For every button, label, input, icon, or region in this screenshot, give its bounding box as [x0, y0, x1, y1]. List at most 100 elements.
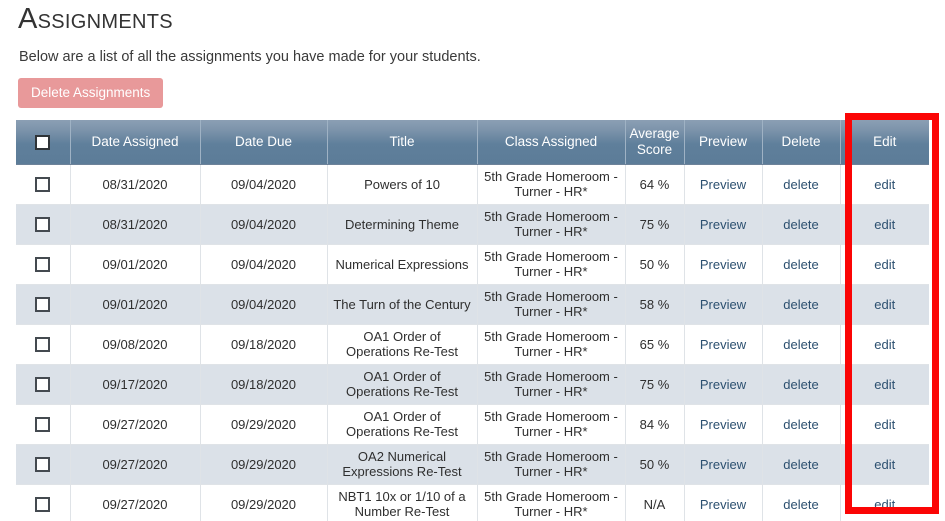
cell-title: OA2 Numerical Expressions Re-Test	[327, 444, 478, 485]
edit-link[interactable]: edit	[874, 417, 895, 432]
cell-preview: Preview	[684, 324, 763, 365]
edit-link[interactable]: edit	[874, 337, 895, 352]
cell-title: The Turn of the Century	[327, 284, 478, 325]
row-select-checkbox[interactable]	[35, 177, 51, 193]
delete-link[interactable]: delete	[783, 177, 818, 192]
cell-date-due: 09/04/2020	[200, 244, 328, 285]
cell-delete: delete	[762, 204, 841, 245]
cell-date-due: 09/04/2020	[200, 204, 328, 245]
assignments-page: Assignments Below are a list of all the …	[0, 0, 945, 521]
cell-preview: Preview	[684, 284, 763, 325]
cell-title: NBT1 10x or 1/10 of a Number Re-Test	[327, 484, 478, 521]
table-row: 08/31/2020 09/04/2020 Powers of 10 5th Grad…	[16, 164, 929, 205]
table-row: 08/31/2020 09/04/2020 Determining Theme 5th…	[16, 204, 929, 245]
edit-link[interactable]: edit	[874, 217, 895, 232]
cell-date-due: 09/18/2020	[200, 364, 328, 405]
cell-date-assigned: 09/08/2020	[70, 324, 201, 365]
cell-title: Determining Theme	[327, 204, 478, 245]
cell-average-score: 84 %	[625, 404, 685, 445]
cell-date-assigned: 09/27/2020	[70, 444, 201, 485]
cell-date-due: 09/04/2020	[200, 164, 328, 205]
preview-link[interactable]: Preview	[700, 497, 746, 512]
row-select-checkbox[interactable]	[35, 457, 51, 473]
cell-preview: Preview	[684, 484, 763, 521]
cell-preview: Preview	[684, 444, 763, 485]
cell-date-due: 09/29/2020	[200, 444, 328, 485]
row-select-cell	[16, 404, 71, 445]
row-select-checkbox[interactable]	[35, 217, 51, 233]
cell-date-assigned: 09/17/2020	[70, 364, 201, 405]
delete-link[interactable]: delete	[783, 417, 818, 432]
cell-edit: edit	[840, 284, 929, 325]
cell-class-assigned: 5th Grade Homeroom - Turner - HR*	[477, 484, 626, 521]
delete-link[interactable]: delete	[783, 297, 818, 312]
preview-link[interactable]: Preview	[700, 257, 746, 272]
cell-class-assigned: 5th Grade Homeroom - Turner - HR*	[477, 244, 626, 285]
row-select-checkbox[interactable]	[35, 257, 51, 273]
cell-title: OA1 Order of Operations Re-Test	[327, 324, 478, 365]
row-select-checkbox[interactable]	[35, 297, 51, 313]
column-header-preview[interactable]: Preview	[684, 120, 763, 165]
row-select-cell	[16, 284, 71, 325]
cell-average-score: 75 %	[625, 364, 685, 405]
select-all-checkbox[interactable]	[35, 134, 51, 150]
delete-link[interactable]: delete	[783, 217, 818, 232]
delete-link[interactable]: delete	[783, 457, 818, 472]
row-select-checkbox[interactable]	[35, 497, 51, 513]
table-body: 08/31/2020 09/04/2020 Powers of 10 5th Grad…	[16, 164, 929, 521]
delete-link[interactable]: delete	[783, 497, 818, 512]
edit-link[interactable]: edit	[874, 497, 895, 512]
edit-link[interactable]: edit	[874, 257, 895, 272]
preview-link[interactable]: Preview	[700, 297, 746, 312]
table-row: 09/01/2020 09/04/2020 The Turn of the Cent…	[16, 284, 929, 325]
assignments-table-container: Date Assigned Date Due Title Class Assig…	[16, 120, 929, 521]
row-select-checkbox[interactable]	[35, 417, 51, 433]
cell-average-score: 58 %	[625, 284, 685, 325]
column-header-title[interactable]: Title	[327, 120, 478, 165]
cell-delete: delete	[762, 284, 841, 325]
row-select-checkbox[interactable]	[35, 337, 51, 353]
cell-average-score: 50 %	[625, 444, 685, 485]
column-header-date-assigned[interactable]: Date Assigned	[70, 120, 201, 165]
edit-link[interactable]: edit	[874, 297, 895, 312]
preview-link[interactable]: Preview	[700, 377, 746, 392]
row-select-checkbox[interactable]	[35, 377, 51, 393]
cell-class-assigned: 5th Grade Homeroom - Turner - HR*	[477, 324, 626, 365]
column-header-class-assigned[interactable]: Class Assigned	[477, 120, 626, 165]
cell-delete: delete	[762, 364, 841, 405]
cell-edit: edit	[840, 164, 929, 205]
table-header: Date Assigned Date Due Title Class Assig…	[16, 120, 929, 165]
column-header-delete[interactable]: Delete	[762, 120, 841, 165]
cell-class-assigned: 5th Grade Homeroom - Turner - HR*	[477, 164, 626, 205]
cell-preview: Preview	[684, 404, 763, 445]
cell-preview: Preview	[684, 164, 763, 205]
preview-link[interactable]: Preview	[700, 417, 746, 432]
page-subtitle: Below are a list of all the assignments …	[19, 49, 481, 65]
cell-edit: edit	[840, 444, 929, 485]
cell-edit: edit	[840, 364, 929, 405]
preview-link[interactable]: Preview	[700, 177, 746, 192]
preview-link[interactable]: Preview	[700, 457, 746, 472]
delete-assignments-button[interactable]: Delete Assignments	[18, 78, 164, 108]
cell-class-assigned: 5th Grade Homeroom - Turner - HR*	[477, 204, 626, 245]
cell-date-assigned: 09/01/2020	[70, 284, 201, 325]
preview-link[interactable]: Preview	[700, 337, 746, 352]
column-header-date-due[interactable]: Date Due	[200, 120, 328, 165]
cell-date-assigned: 09/27/2020	[70, 484, 201, 521]
column-header-average-score[interactable]: Average Score	[625, 120, 685, 165]
edit-link[interactable]: edit	[874, 457, 895, 472]
cell-preview: Preview	[684, 244, 763, 285]
row-select-cell	[16, 324, 71, 365]
delete-link[interactable]: delete	[783, 377, 818, 392]
cell-average-score: 65 %	[625, 324, 685, 365]
edit-link[interactable]: edit	[874, 177, 895, 192]
delete-link[interactable]: delete	[783, 337, 818, 352]
cell-date-due: 09/04/2020	[200, 284, 328, 325]
column-header-edit[interactable]: Edit	[840, 120, 929, 165]
cell-delete: delete	[762, 244, 841, 285]
cell-title: OA1 Order of Operations Re-Test	[327, 404, 478, 445]
preview-link[interactable]: Preview	[700, 217, 746, 232]
cell-date-assigned: 09/01/2020	[70, 244, 201, 285]
edit-link[interactable]: edit	[874, 377, 895, 392]
delete-link[interactable]: delete	[783, 257, 818, 272]
